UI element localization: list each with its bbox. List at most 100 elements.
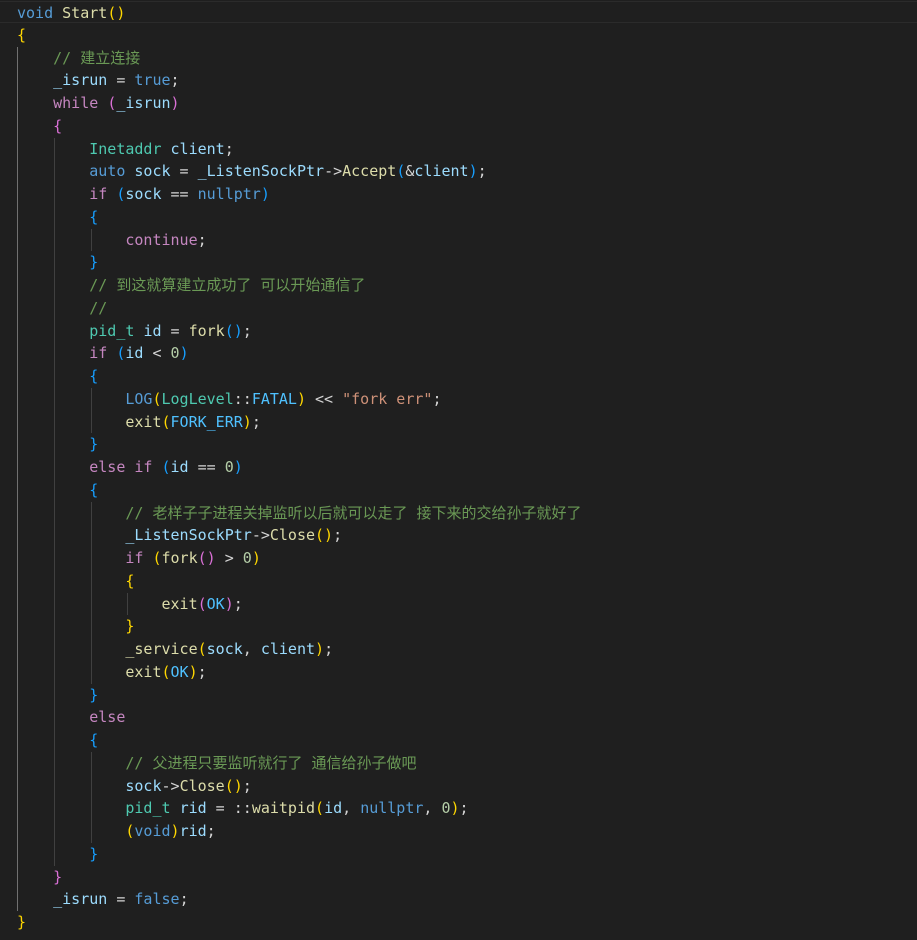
code-token: id xyxy=(170,458,189,476)
code-token: while xyxy=(53,94,99,112)
code-line[interactable]: pid_t id = fork(); xyxy=(0,320,917,342)
code-token: { xyxy=(89,207,99,226)
code-line[interactable]: sock->Close(); xyxy=(0,775,917,797)
code-token: ( xyxy=(161,458,171,476)
code-token: Accept xyxy=(342,162,397,181)
code-token: ; xyxy=(477,162,487,181)
code-token: > xyxy=(215,549,243,567)
code-line[interactable]: else if (id == 0) xyxy=(0,456,917,478)
code-line[interactable]: { xyxy=(0,115,917,137)
code-token: << xyxy=(306,389,343,408)
code-token: if xyxy=(134,458,153,476)
code-token: _ListenSockPtr xyxy=(197,162,325,181)
code-line[interactable]: auto sock = _ListenSockPtr->Accept(&clie… xyxy=(0,160,917,182)
code-line[interactable]: { xyxy=(0,365,917,387)
code-line[interactable]: if (sock == nullptr) xyxy=(0,183,917,205)
code-token: () xyxy=(224,776,243,795)
code-line[interactable]: // 父进程只要监听就行了 通信给孙子做吧 xyxy=(0,752,917,774)
code-line[interactable]: { xyxy=(0,24,917,46)
code-token: } xyxy=(125,617,135,636)
code-token: fork xyxy=(161,549,198,567)
code-line[interactable]: (void)rid; xyxy=(0,820,917,842)
code-line[interactable]: _isrun = true; xyxy=(0,69,917,91)
code-line[interactable]: { xyxy=(0,479,917,501)
code-line[interactable]: } xyxy=(0,615,917,637)
code-line[interactable]: } xyxy=(0,684,917,706)
code-line[interactable]: { xyxy=(0,729,917,751)
code-line[interactable]: // xyxy=(0,297,917,319)
code-line[interactable]: LOG(LogLevel::FATAL) << "fork err"; xyxy=(0,388,917,410)
code-line[interactable]: exit(FORK_ERR); xyxy=(0,411,917,433)
code-token: ( xyxy=(152,549,162,567)
code-token: ) xyxy=(170,822,180,840)
code-line[interactable]: else xyxy=(0,706,917,728)
code-token: Start xyxy=(62,4,108,22)
code-line[interactable]: // 老样子子进程关掉监听以后就可以走了 接下来的交给孙子就好了 xyxy=(0,502,917,524)
code-token: id xyxy=(125,344,144,363)
code-token: ; xyxy=(197,662,207,681)
code-token: ) xyxy=(251,549,261,567)
code-line[interactable]: } xyxy=(0,433,917,455)
code-line[interactable]: } xyxy=(0,251,917,273)
code-token: ; xyxy=(197,230,207,249)
code-line[interactable]: while (_isrun) xyxy=(0,92,917,114)
code-token: ; xyxy=(333,526,343,545)
code-token: 0 xyxy=(170,344,180,363)
code-line[interactable]: { xyxy=(0,570,917,592)
code-token: if xyxy=(125,549,144,567)
code-token: ) xyxy=(468,162,478,181)
code-token: OK xyxy=(170,662,189,681)
code-line[interactable]: Inetaddr client; xyxy=(0,138,917,160)
code-line[interactable]: continue; xyxy=(0,229,917,251)
code-line[interactable]: // 到这就算建立成功了 可以开始通信了 xyxy=(0,274,917,296)
code-line[interactable]: _isrun = false; xyxy=(0,888,917,910)
code-line[interactable]: } xyxy=(0,911,917,933)
code-token: FATAL xyxy=(251,389,297,408)
code-token: fork xyxy=(188,321,225,340)
code-token: == xyxy=(161,185,198,203)
code-line[interactable]: _service(sock, client); xyxy=(0,638,917,660)
code-token: } xyxy=(89,685,99,704)
code-token: _isrun xyxy=(53,890,108,909)
code-line[interactable]: exit(OK); xyxy=(0,593,917,615)
code-token: // 到这就算建立成功了 可以开始通信了 xyxy=(89,276,366,294)
code-line[interactable]: } xyxy=(0,866,917,888)
code-token: = xyxy=(107,890,135,909)
code-token: Close xyxy=(179,776,225,795)
code-token: // 建立连接 xyxy=(53,48,141,67)
code-token: // 父进程只要监听就行了 通信给孙子做吧 xyxy=(125,753,417,772)
code-line[interactable]: void Start() xyxy=(0,1,917,23)
code-line[interactable]: { xyxy=(0,206,917,228)
code-token: ; xyxy=(206,822,216,840)
code-line[interactable]: exit(OK); xyxy=(0,661,917,683)
code-line[interactable]: if (fork() > 0) xyxy=(0,547,917,569)
code-line[interactable]: // 建立连接 xyxy=(0,47,917,69)
code-line[interactable]: if (id < 0) xyxy=(0,342,917,364)
code-token: ) xyxy=(188,662,198,681)
code-line[interactable]: _ListenSockPtr->Close(); xyxy=(0,524,917,546)
code-token: auto xyxy=(89,162,126,181)
code-token: LOG xyxy=(125,389,153,408)
code-editor[interactable]: void Start(){ // 建立连接 _isrun = true; whi… xyxy=(0,0,917,940)
code-token: rid xyxy=(179,822,207,840)
code-line[interactable]: pid_t rid = ::waitpid(id, nullptr, 0); xyxy=(0,797,917,819)
code-token: sock xyxy=(134,162,171,181)
code-token: client xyxy=(170,139,225,158)
code-token: sock xyxy=(125,185,162,203)
code-line[interactable]: } xyxy=(0,843,917,865)
